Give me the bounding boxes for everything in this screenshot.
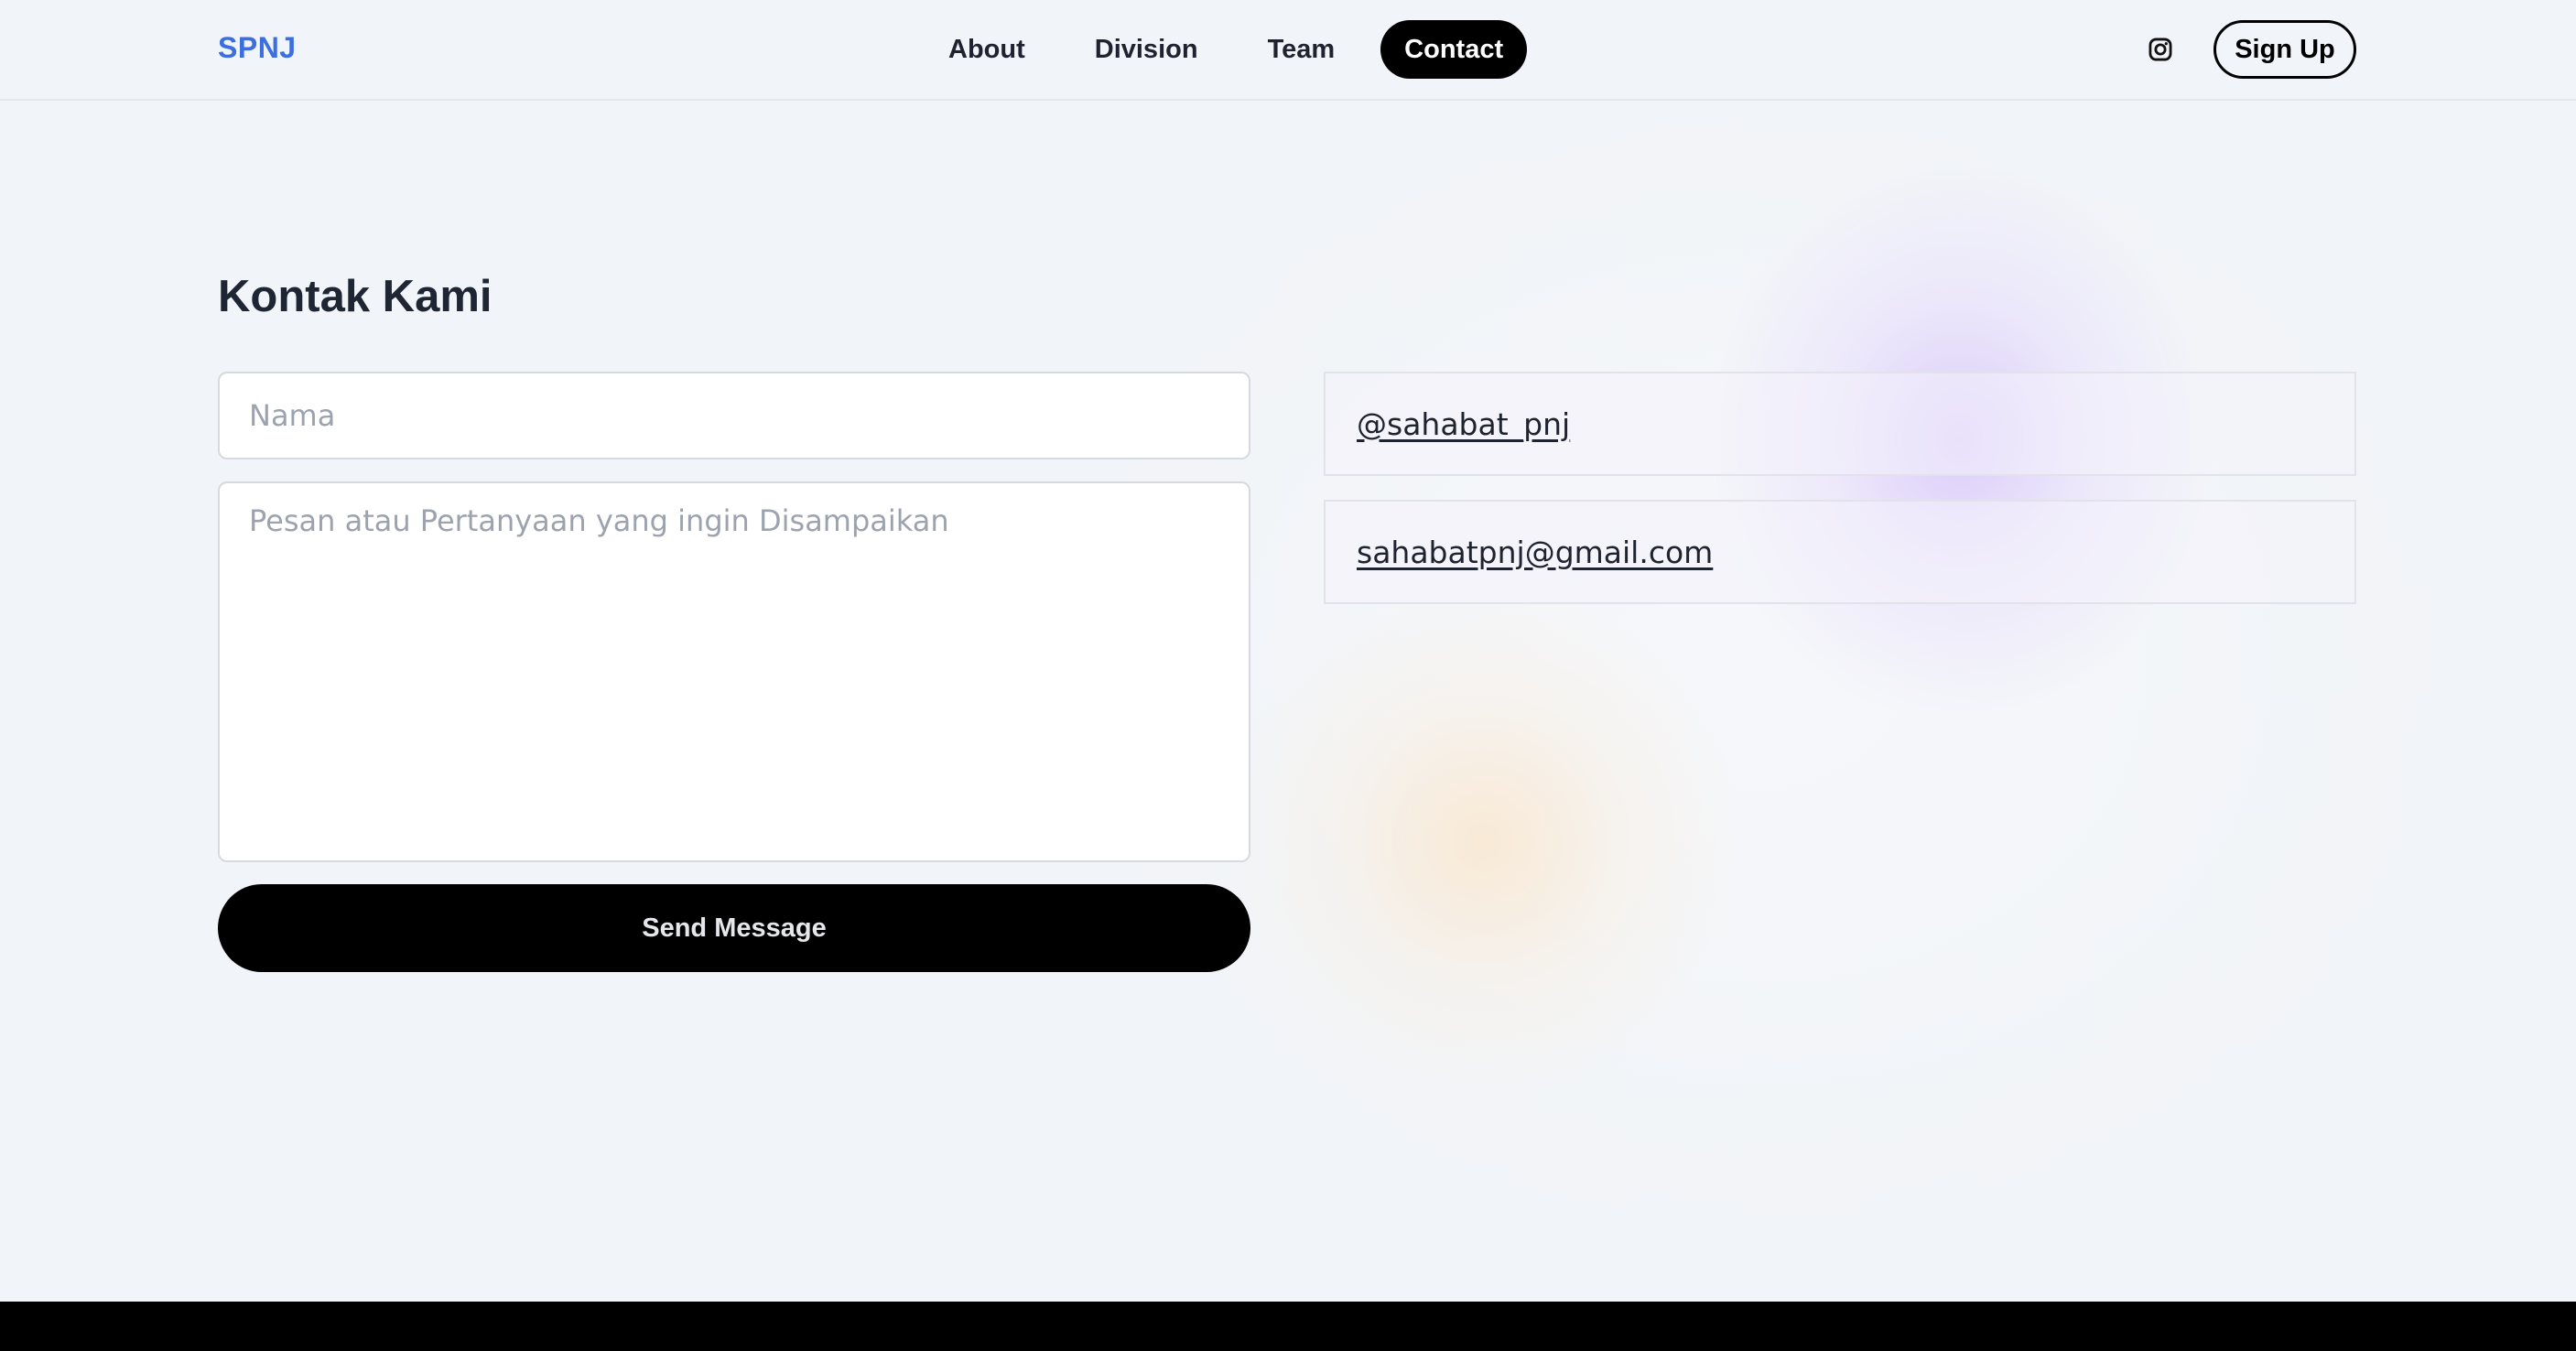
- site-header: SPNJ About Division Team Contact Sign Up: [0, 0, 2576, 101]
- nav-item-team[interactable]: Team: [1244, 20, 1359, 79]
- nav-item-about[interactable]: About: [925, 20, 1049, 79]
- instagram-contact-card: @sahabat_pnj: [1324, 372, 2356, 476]
- instagram-link[interactable]: @sahabat_pnj: [1357, 406, 1570, 442]
- background-glow-orange: [1227, 586, 1739, 1098]
- instagram-icon[interactable]: [2148, 37, 2173, 62]
- signup-button[interactable]: Sign Up: [2213, 20, 2356, 79]
- email-link[interactable]: sahabatpnj@gmail.com: [1357, 535, 1713, 570]
- send-message-button[interactable]: Send Message: [218, 884, 1250, 972]
- main-nav: About Division Team Contact: [925, 20, 1549, 79]
- brand-logo[interactable]: SPNJ: [218, 31, 297, 65]
- email-contact-card: sahabatpnj@gmail.com: [1324, 500, 2356, 604]
- message-textarea[interactable]: [218, 481, 1250, 862]
- name-input[interactable]: [218, 372, 1250, 459]
- nav-item-contact[interactable]: Contact: [1380, 20, 1528, 79]
- nav-item-division[interactable]: Division: [1071, 20, 1222, 79]
- page-title: Kontak Kami: [218, 272, 492, 321]
- site-footer: [0, 1302, 2576, 1351]
